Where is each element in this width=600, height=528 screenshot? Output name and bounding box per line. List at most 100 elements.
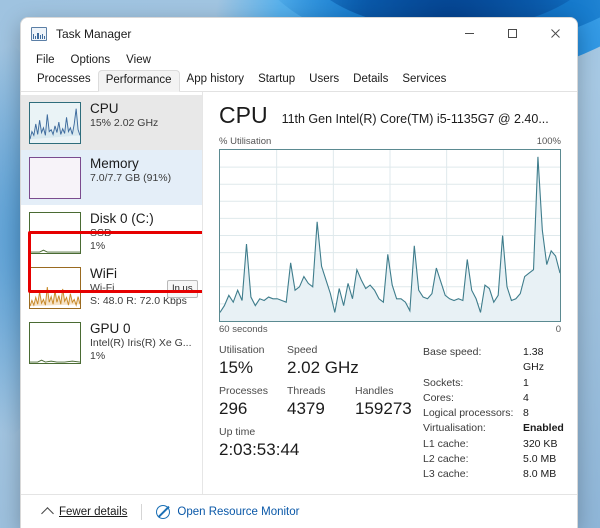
- status-separator: [141, 503, 143, 520]
- kv-value: 1: [523, 376, 529, 389]
- stat-handles: Handles 159273: [355, 385, 423, 419]
- open-resource-monitor-label: Open Resource Monitor: [177, 505, 300, 518]
- task-manager-icon: [31, 26, 47, 42]
- stat-label: Utilisation: [219, 344, 265, 356]
- maximize-button[interactable]: [491, 18, 534, 49]
- stat-processes: Processes 296: [219, 385, 287, 419]
- kv-virtualisation: Virtualisation: Enabled: [423, 421, 564, 436]
- tab-app-history[interactable]: App history: [180, 70, 252, 91]
- stat-utilisation: Utilisation 15%: [219, 344, 287, 378]
- stat-speed: Speed 2.02 GHz: [287, 344, 387, 378]
- kv-value: 1.38 GHz: [523, 346, 544, 374]
- memory-tooltip: In us: [167, 280, 198, 298]
- kv-label: L2 cache:: [423, 453, 469, 466]
- kv-label: Logical processors:: [423, 407, 514, 420]
- kv-label: L3 cache:: [423, 468, 469, 481]
- kv-l2-cache: L2 cache: 5.0 MB: [423, 452, 564, 467]
- stat-value: 15%: [219, 358, 254, 377]
- tab-services[interactable]: Services: [395, 70, 453, 91]
- task-manager-window: Task Manager File Options View Processes: [20, 17, 578, 528]
- stat-value: 2:03:53:44: [219, 440, 300, 459]
- kv-logical-processors: Logical processors: 8: [423, 406, 564, 421]
- stat-row-1: Utilisation 15% Speed 2.02 GHz: [219, 344, 423, 378]
- kv-label: L1 cache:: [423, 437, 469, 450]
- gpu-thumbnail-graph: [29, 322, 81, 364]
- performance-sidebar: CPU 15% 2.02 GHz Memory 7.0/7.7 GB (91%): [21, 92, 203, 494]
- graph-y-max-label: 100%: [536, 136, 561, 147]
- page-title: CPU: [219, 102, 268, 128]
- menu-options[interactable]: Options: [64, 52, 118, 68]
- kv-l1-cache: L1 cache: 320 KB: [423, 437, 564, 452]
- stat-value: 159273: [355, 399, 412, 418]
- memory-thumbnail-graph: [29, 157, 81, 199]
- fewer-details-label: Fewer details: [59, 505, 128, 518]
- sidebar-item-disk[interactable]: Disk 0 (C:) SSD 1%: [21, 205, 202, 260]
- menu-file[interactable]: File: [29, 52, 62, 68]
- sidebar-item-label: Memory: [90, 156, 139, 171]
- menu-bar: File Options View: [21, 49, 577, 70]
- kv-value: 320 KB: [523, 437, 558, 450]
- kv-sockets: Sockets: 1: [423, 376, 564, 391]
- title-bar[interactable]: Task Manager: [21, 18, 577, 49]
- minimize-button[interactable]: [448, 18, 491, 49]
- cpu-graph-svg: [220, 150, 560, 321]
- stat-label: Handles: [355, 385, 394, 397]
- kv-value: 8.0 MB: [523, 468, 557, 481]
- stat-value: 296: [219, 399, 248, 418]
- kv-l3-cache: L3 cache: 8.0 MB: [423, 467, 564, 482]
- tab-bar: Processes Performance App history Startu…: [21, 70, 577, 92]
- sidebar-item-cpu[interactable]: CPU 15% 2.02 GHz: [21, 95, 202, 150]
- fewer-details-button[interactable]: Fewer details: [35, 503, 135, 521]
- kv-base-speed: Base speed: 1.38 GHz: [423, 345, 564, 376]
- sidebar-item-subtext: SSD: [90, 227, 112, 239]
- sidebar-item-label: Disk 0 (C:): [90, 211, 154, 226]
- sidebar-item-subtext-2: 1%: [90, 240, 106, 252]
- graph-bottom-axis-row: 60 seconds 0: [219, 324, 561, 335]
- kv-cores: Cores: 4: [423, 391, 564, 406]
- disk-thumbnail-graph: [29, 212, 81, 254]
- tab-startup[interactable]: Startup: [251, 70, 302, 91]
- kv-label: Sockets:: [423, 376, 464, 389]
- stat-value: 4379: [287, 399, 325, 418]
- window-title: Task Manager: [56, 26, 132, 41]
- tab-processes[interactable]: Processes: [30, 70, 98, 91]
- close-button[interactable]: [534, 18, 577, 49]
- open-resource-monitor-button[interactable]: Open Resource Monitor: [148, 502, 307, 522]
- cpu-model-label: 11th Gen Intel(R) Core(TM) i5-1135G7 @ 2…: [281, 112, 549, 126]
- stats-right-column: Base speed: 1.38 GHz Sockets: 1 Cores: 4: [423, 344, 564, 483]
- main-header: CPU 11th Gen Intel(R) Core(TM) i5-1135G7…: [219, 102, 561, 128]
- kv-label: Base speed:: [423, 346, 482, 358]
- sidebar-item-gpu[interactable]: GPU 0 Intel(R) Iris(R) Xe G... 1%: [21, 315, 202, 370]
- stat-label: Threads: [287, 385, 326, 397]
- cpu-utilisation-graph[interactable]: [219, 149, 561, 322]
- kv-value: Enabled: [523, 422, 564, 435]
- cpu-thumbnail-graph: [29, 102, 81, 144]
- wifi-thumbnail-graph: [29, 267, 81, 309]
- performance-main-pane: CPU 11th Gen Intel(R) Core(TM) i5-1135G7…: [203, 92, 577, 494]
- tab-users[interactable]: Users: [302, 70, 346, 91]
- kv-value: 4: [523, 391, 529, 404]
- stats-section: Utilisation 15% Speed 2.02 GHz Processes: [219, 344, 564, 483]
- resource-monitor-icon: [156, 504, 171, 519]
- menu-view[interactable]: View: [119, 52, 158, 68]
- graph-top-axis-row: % Utilisation 100%: [219, 136, 561, 147]
- sidebar-item-subtext: 15% 2.02 GHz: [90, 117, 159, 129]
- stat-label: Up time: [219, 426, 256, 438]
- graph-x-start-label: 60 seconds: [219, 324, 268, 335]
- stats-left-column: Utilisation 15% Speed 2.02 GHz Processes: [219, 344, 423, 483]
- kv-label: Virtualisation:: [423, 422, 486, 435]
- sidebar-item-memory[interactable]: Memory 7.0/7.7 GB (91%): [21, 150, 202, 205]
- desktop-background: Task Manager File Options View Processes: [0, 0, 600, 528]
- tab-details[interactable]: Details: [346, 70, 395, 91]
- stat-uptime: Up time 2:03:53:44: [219, 426, 319, 460]
- stat-row-2: Processes 296 Threads 4379 Handles 15927…: [219, 385, 423, 419]
- stat-row-3: Up time 2:03:53:44: [219, 426, 423, 460]
- stat-label: Processes: [219, 385, 269, 397]
- status-bar: Fewer details Open Resource Monitor: [21, 494, 577, 528]
- window-controls: [448, 18, 577, 49]
- sidebar-item-subtext-2: 1%: [90, 350, 106, 362]
- kv-label: Cores:: [423, 391, 454, 404]
- window-body: CPU 15% 2.02 GHz Memory 7.0/7.7 GB (91%): [21, 92, 577, 494]
- tab-performance[interactable]: Performance: [97, 70, 180, 92]
- graph-x-end-label: 0: [555, 324, 561, 335]
